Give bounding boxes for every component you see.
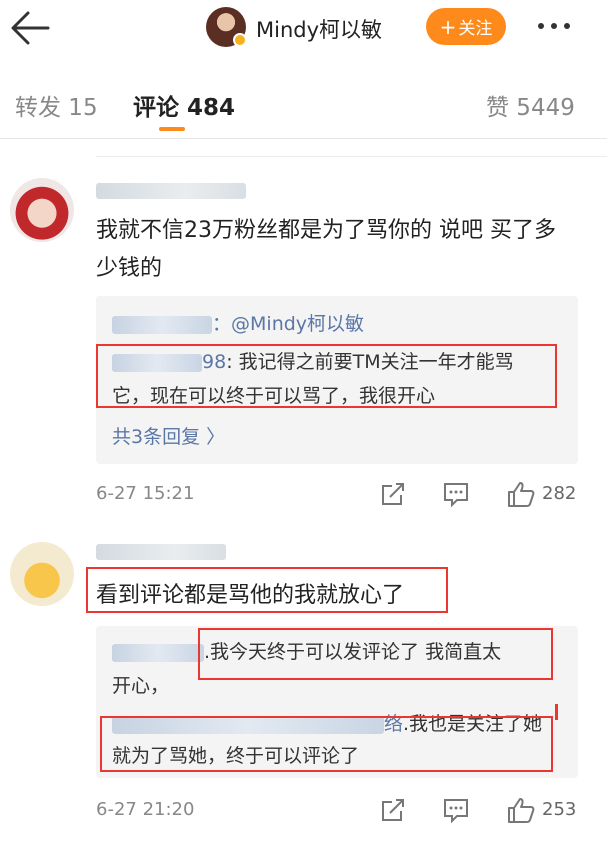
like-icon[interactable] bbox=[506, 796, 536, 824]
comment-text: 我就不信23万粉丝都是为了骂你的 说吧 买了多少钱的 bbox=[96, 218, 556, 281]
tab-likes[interactable]: 赞 5449 bbox=[486, 88, 575, 122]
like-count: 253 bbox=[542, 799, 577, 820]
comment-icon[interactable] bbox=[442, 480, 470, 508]
tab-bar: 转发 15 评论 484 赞 5449 bbox=[0, 74, 607, 138]
comment-meta: 6-27 21:20 253 bbox=[96, 796, 582, 826]
divider bbox=[0, 138, 607, 139]
comment-username-blurred[interactable] bbox=[96, 544, 226, 560]
comment-meta: 6-27 15:21 282 bbox=[96, 480, 582, 510]
comment-icon[interactable] bbox=[442, 796, 470, 824]
reply-username-blurred[interactable] bbox=[112, 315, 212, 334]
highlight-box bbox=[96, 344, 557, 408]
back-arrow-icon[interactable] bbox=[8, 8, 50, 48]
comment-time: 6-27 15:21 bbox=[96, 483, 195, 504]
highlight-box bbox=[100, 716, 553, 772]
reply-text: 开心， bbox=[112, 675, 170, 697]
avatar[interactable] bbox=[10, 542, 74, 606]
reply-username-blurred[interactable] bbox=[112, 643, 204, 662]
comment-username-blurred[interactable] bbox=[96, 183, 246, 199]
divider bbox=[96, 156, 607, 157]
reply-line: ：@Mindy柯以敏 bbox=[112, 308, 364, 340]
tab-active-indicator bbox=[159, 127, 185, 131]
highlight-box bbox=[198, 628, 553, 680]
avatar[interactable] bbox=[10, 178, 74, 242]
repost-icon[interactable] bbox=[379, 480, 407, 508]
highlight-box bbox=[86, 567, 448, 613]
page-title[interactable]: Mindy柯以敏 bbox=[256, 14, 382, 44]
plus-icon: + bbox=[439, 14, 457, 39]
comment-time: 6-27 21:20 bbox=[96, 799, 195, 820]
more-dots-icon[interactable] bbox=[538, 16, 582, 36]
tab-comments[interactable]: 评论 484 bbox=[133, 88, 235, 122]
mention-link[interactable]: @Mindy柯以敏 bbox=[231, 313, 364, 335]
like-count: 282 bbox=[542, 483, 577, 504]
tab-reposts[interactable]: 转发 15 bbox=[15, 88, 98, 122]
repost-icon[interactable] bbox=[379, 796, 407, 824]
like-icon[interactable] bbox=[506, 480, 536, 508]
follow-label: 关注 bbox=[458, 19, 493, 39]
verified-badge-icon bbox=[233, 33, 247, 47]
follow-button[interactable]: + 关注 bbox=[426, 8, 506, 45]
more-replies-link[interactable]: 共3条回复 〉 bbox=[112, 422, 225, 449]
highlight-box bbox=[555, 704, 560, 720]
top-bar: Mindy柯以敏 + 关注 bbox=[0, 0, 607, 58]
